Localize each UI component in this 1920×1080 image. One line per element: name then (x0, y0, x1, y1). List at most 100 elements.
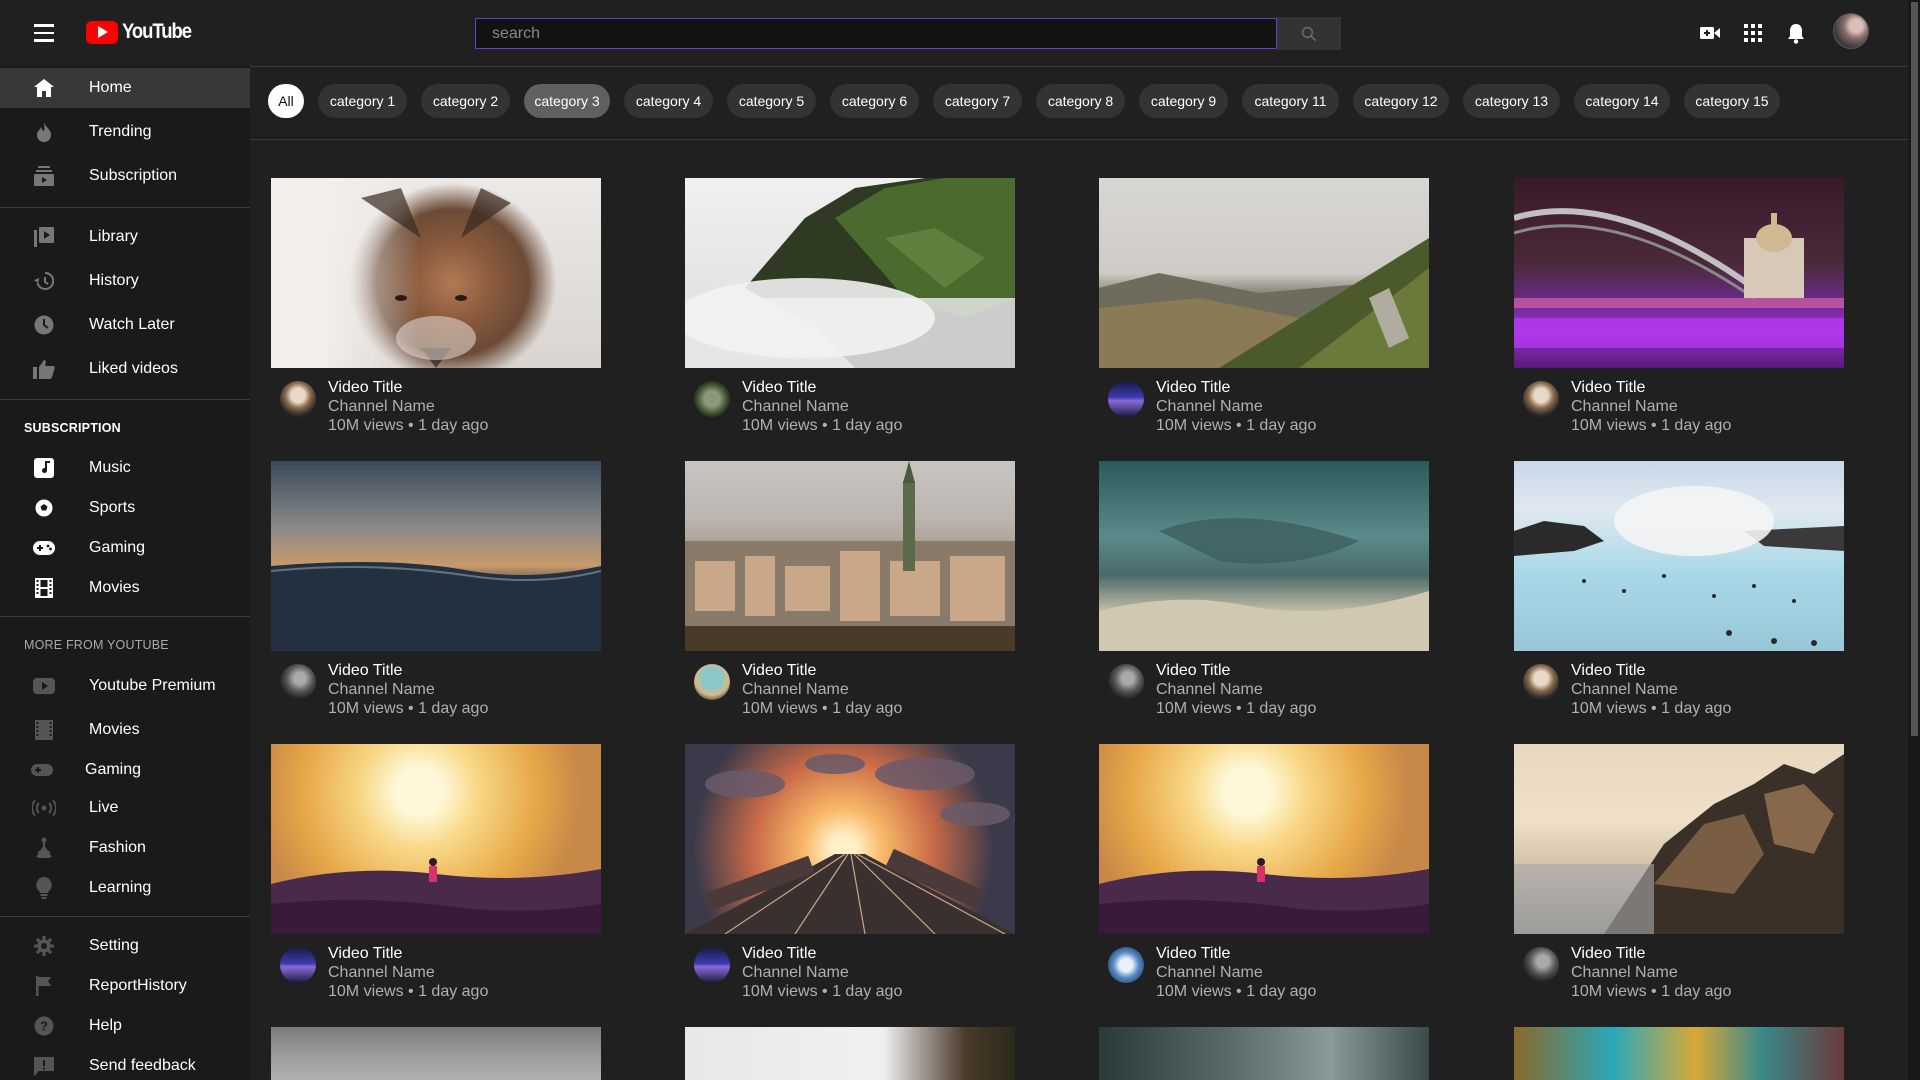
chip-category-7[interactable]: category 7 (933, 84, 1022, 118)
sidebar-item-history[interactable]: History (0, 261, 250, 301)
sidebar-item-watch-later[interactable]: Watch Later (0, 305, 250, 345)
video-card[interactable]: Video Title Channel Name 10M views • 1 d… (1099, 178, 1429, 448)
video-card[interactable]: Video Title Channel Name 10M views • 1 d… (1514, 744, 1844, 1014)
channel-name[interactable]: Channel Name (1571, 964, 1678, 982)
video-thumbnail[interactable] (1099, 178, 1429, 368)
sidebar-item-setting[interactable]: Setting (0, 926, 250, 966)
channel-avatar[interactable] (1108, 381, 1144, 417)
sidebar-item-youtube-premium[interactable]: Youtube Premium (0, 666, 250, 706)
chip-category-9[interactable]: category 9 (1139, 84, 1228, 118)
channel-avatar[interactable] (280, 381, 316, 417)
video-title[interactable]: Video Title (1571, 662, 1645, 680)
video-thumbnail[interactable] (685, 744, 1015, 934)
channel-avatar[interactable] (1523, 381, 1559, 417)
sidebar-item-send-feedback[interactable]: Send feedback (0, 1046, 250, 1080)
video-title[interactable]: Video Title (328, 945, 402, 963)
video-card[interactable]: Video Title Channel Name 10M views • 1 d… (271, 744, 601, 1014)
chip-all[interactable]: All (268, 84, 304, 118)
sidebar-item-subscription[interactable]: Subscription (0, 156, 250, 196)
sidebar-item-liked-videos[interactable]: Liked videos (0, 349, 250, 389)
chip-category-14[interactable]: category 14 (1574, 84, 1670, 118)
channel-avatar[interactable] (1108, 947, 1144, 983)
channel-name[interactable]: Channel Name (742, 964, 849, 982)
chip-category-6[interactable]: category 6 (830, 84, 919, 118)
youtube-logo[interactable]: YouTube (86, 18, 200, 46)
chip-category-11[interactable]: category 11 (1242, 84, 1339, 118)
video-card[interactable]: Video Title Channel Name 10M views • 1 d… (685, 744, 1015, 1014)
video-title[interactable]: Video Title (328, 379, 402, 397)
channel-avatar[interactable] (694, 947, 730, 983)
sidebar-item-live[interactable]: Live (0, 788, 250, 828)
channel-name[interactable]: Channel Name (328, 681, 435, 699)
video-thumbnail[interactable] (1099, 744, 1429, 934)
video-title[interactable]: Video Title (742, 662, 816, 680)
channel-avatar[interactable] (1523, 947, 1559, 983)
channel-avatar[interactable] (694, 381, 730, 417)
video-thumbnail[interactable] (271, 1027, 601, 1080)
chip-category-15[interactable]: category 15 (1684, 84, 1780, 118)
video-thumbnail[interactable] (1514, 1027, 1844, 1080)
video-title[interactable]: Video Title (742, 379, 816, 397)
sidebar-item-home[interactable]: Home (0, 68, 250, 108)
video-card[interactable]: Video Title Channel Name 10M views • 1 d… (271, 461, 601, 731)
channel-name[interactable]: Channel Name (1571, 681, 1678, 699)
menu-icon[interactable] (26, 20, 62, 46)
bell-icon[interactable] (1784, 21, 1808, 45)
sidebar-item-music[interactable]: Music (0, 448, 250, 488)
video-title[interactable]: Video Title (1571, 379, 1645, 397)
video-camera-icon[interactable] (1698, 21, 1722, 45)
video-thumbnail[interactable] (1514, 178, 1844, 368)
video-card[interactable]: Video Title Channel Name 10M views • 1 d… (271, 178, 601, 448)
video-title[interactable]: Video Title (1156, 379, 1230, 397)
video-thumbnail[interactable] (1099, 1027, 1429, 1080)
video-thumbnail[interactable] (271, 178, 601, 368)
scrollbar-thumb[interactable] (1911, 2, 1918, 736)
video-title[interactable]: Video Title (328, 662, 402, 680)
chip-category-2[interactable]: category 2 (421, 84, 510, 118)
sidebar-item-learning[interactable]: Learning (0, 868, 250, 908)
sidebar-item-movies-more[interactable]: Movies (0, 710, 250, 750)
channel-avatar[interactable] (1523, 664, 1559, 700)
channel-avatar[interactable] (1108, 664, 1144, 700)
video-thumbnail[interactable] (1514, 744, 1844, 934)
video-title[interactable]: Video Title (1156, 662, 1230, 680)
channel-name[interactable]: Channel Name (1571, 398, 1678, 416)
chip-category-1[interactable]: category 1 (318, 84, 407, 118)
video-card[interactable]: Video Title Channel Name 10M views • 1 d… (685, 178, 1015, 448)
video-thumbnail[interactable] (685, 1027, 1015, 1080)
video-thumbnail[interactable] (685, 178, 1015, 368)
chip-category-13[interactable]: category 13 (1463, 84, 1560, 118)
apps-grid-icon[interactable] (1741, 21, 1765, 45)
video-card[interactable]: Video Title Channel Name 10M views • 1 d… (1514, 178, 1844, 448)
sidebar-item-fashion[interactable]: Fashion (0, 828, 250, 868)
channel-name[interactable]: Channel Name (328, 964, 435, 982)
video-title[interactable]: Video Title (1571, 945, 1645, 963)
chip-category-8[interactable]: category 8 (1036, 84, 1125, 118)
video-thumbnail[interactable] (1514, 461, 1844, 651)
video-thumbnail[interactable] (685, 461, 1015, 651)
channel-name[interactable]: Channel Name (1156, 398, 1263, 416)
chip-category-12[interactable]: category 12 (1353, 84, 1449, 118)
channel-name[interactable]: Channel Name (1156, 964, 1263, 982)
chip-category-5[interactable]: category 5 (727, 84, 816, 118)
scrollbar[interactable] (1908, 0, 1920, 1080)
sidebar-item-trending[interactable]: Trending (0, 112, 250, 152)
avatar[interactable] (1833, 13, 1869, 49)
chip-category-3[interactable]: category 3 (524, 84, 610, 118)
sidebar-item-report-history[interactable]: ReportHistory (0, 966, 250, 1006)
sidebar-item-movies[interactable]: Movies (0, 568, 250, 608)
video-thumbnail[interactable] (271, 744, 601, 934)
channel-avatar[interactable] (280, 664, 316, 700)
video-card[interactable]: Video Title Channel Name 10M views • 1 d… (1514, 461, 1844, 731)
sidebar-item-help[interactable]: ? Help (0, 1006, 250, 1046)
chip-category-4[interactable]: category 4 (624, 84, 713, 118)
video-card[interactable]: Video Title Channel Name 10M views • 1 d… (1099, 461, 1429, 731)
sidebar-item-library[interactable]: Library (0, 217, 250, 257)
channel-avatar[interactable] (694, 664, 730, 700)
channel-name[interactable]: Channel Name (1156, 681, 1263, 699)
search-button[interactable] (1277, 17, 1341, 50)
video-title[interactable]: Video Title (742, 945, 816, 963)
video-title[interactable]: Video Title (1156, 945, 1230, 963)
channel-avatar[interactable] (280, 947, 316, 983)
search-input[interactable] (475, 18, 1277, 49)
